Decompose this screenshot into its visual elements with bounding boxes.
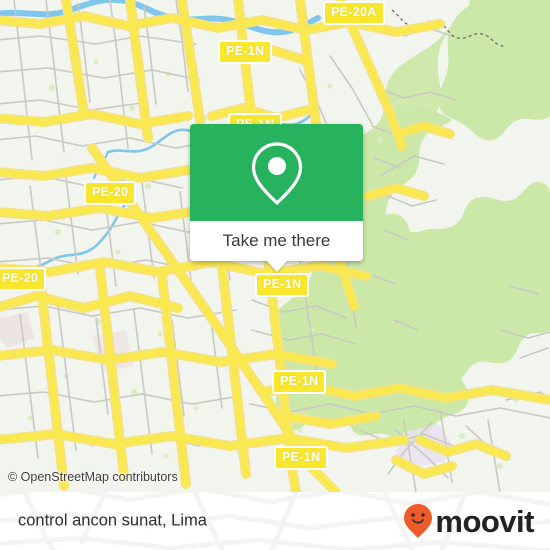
road-shield: PE-20A	[323, 1, 385, 25]
popup-action-label[interactable]: Take me there	[190, 221, 363, 261]
road-shield: PE-1N	[272, 370, 327, 394]
road-shield: PE-1N	[255, 273, 310, 297]
screenshot-root: PE-20A PE-1N PE-1N PE-20 PE-20 PE-1N PE-…	[0, 0, 550, 550]
road-shield: PE-20	[0, 267, 47, 291]
popup-pin-area	[190, 124, 363, 221]
moovit-brand: moovit	[403, 503, 534, 539]
take-me-there-popup[interactable]: Take me there	[190, 124, 363, 272]
moovit-wordmark: moovit	[435, 503, 534, 539]
road-shield: PE-1N	[218, 40, 273, 64]
park-upper-right	[438, 0, 550, 141]
road-shield: PE-1N	[274, 446, 329, 470]
popup-tail	[265, 260, 288, 272]
map-pin-icon	[251, 141, 302, 205]
road-shield: PE-20	[84, 181, 137, 205]
map-canvas[interactable]: PE-20A PE-1N PE-1N PE-20 PE-20 PE-1N PE-…	[0, 0, 550, 492]
map-attribution: © OpenStreetMap contributors	[8, 470, 178, 484]
footer-bar: control ancon sunat, Lima moovit	[0, 492, 550, 550]
moovit-pin-icon	[404, 504, 433, 538]
place-title: control ancon sunat, Lima	[18, 511, 207, 530]
